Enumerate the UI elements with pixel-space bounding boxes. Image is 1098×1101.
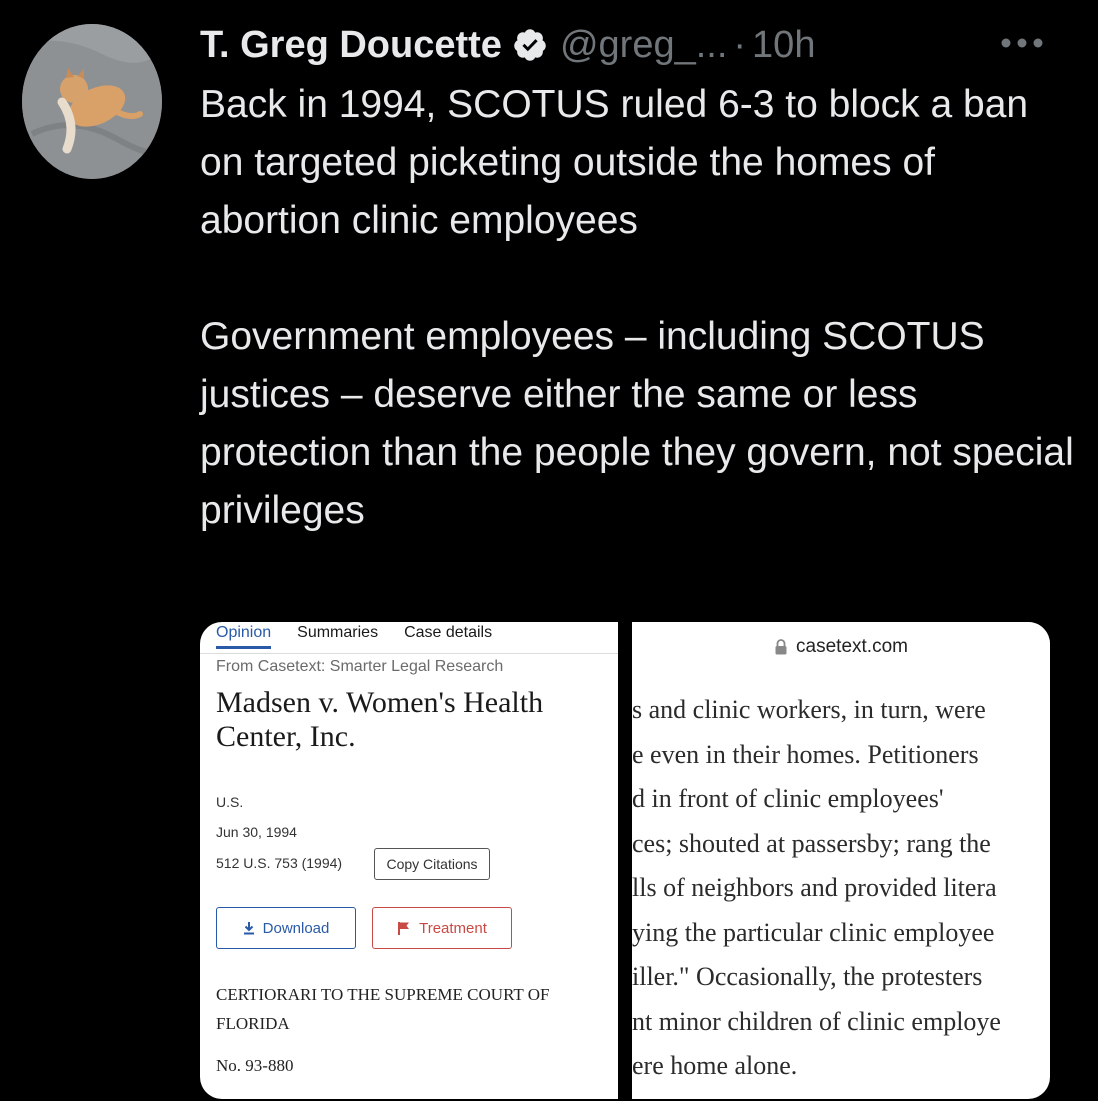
tab-divider — [200, 653, 618, 654]
avatar-cat-photo — [22, 24, 162, 179]
more-options-button[interactable] — [996, 28, 1048, 58]
lock-icon — [775, 639, 787, 655]
media-image-left[interactable]: Opinion Summaries Case details From Case… — [200, 622, 618, 1099]
excerpt-line: ere home alone. — [632, 1051, 798, 1080]
media-image-right[interactable]: casetext.com s and clinic workers, in tu… — [632, 622, 1050, 1099]
download-icon — [243, 922, 254, 935]
source-line: From Casetext: Smarter Legal Research — [216, 658, 504, 675]
case-title: Madsen v. Women's Health Center, Inc. — [216, 686, 544, 753]
excerpt-line: iller." Occasionally, the protesters — [632, 962, 983, 991]
excerpt-line: ces; shouted at passersby; rang the — [632, 828, 991, 858]
treatment-label: Treatment — [419, 919, 487, 937]
docket-number: No. 93-880 — [216, 1056, 294, 1075]
tweet-timestamp[interactable]: 10h — [752, 24, 815, 67]
tab-opinion: Opinion — [216, 624, 272, 649]
opinion-excerpt: s and clinic workers, in turn, were e ev… — [632, 688, 1050, 1089]
separator-dot: · — [733, 23, 747, 66]
excerpt-line: lls of neighbors and provided litera — [632, 873, 997, 902]
avatar[interactable] — [22, 24, 162, 179]
excerpt-line: nt minor children of clinic employe — [632, 1006, 1001, 1036]
tweet-media[interactable]: Opinion Summaries Case details From Case… — [200, 622, 1050, 1099]
tab-summaries: Summaries — [297, 624, 379, 641]
excerpt-line: e even in their homes. Petitioners — [632, 739, 979, 769]
download-label: Download — [262, 919, 330, 937]
browser-url-bar: casetext.com — [632, 622, 1050, 672]
url-text: casetext.com — [796, 636, 908, 657]
tab-case-details: Case details — [404, 624, 493, 641]
excerpt-line: d in front of clinic employees' — [632, 784, 944, 813]
tweet-paragraph-2: Government employees – including SCOTUS … — [200, 315, 1074, 532]
download-button: Download — [216, 907, 356, 949]
decision-date: Jun 30, 1994 — [216, 824, 297, 840]
excerpt-line: s and clinic workers, in turn, were — [632, 695, 986, 724]
case-citation: 512 U.S. 753 (1994) — [216, 855, 343, 871]
court-label: U.S. — [216, 794, 244, 810]
flag-icon — [398, 922, 410, 935]
tweet-header: T. Greg Doucette @greg_... · 10h — [200, 20, 815, 70]
tweet-paragraph-1: Back in 1994, SCOTUS ruled 6-3 to block … — [200, 83, 1029, 242]
more-options-icon — [1001, 38, 1043, 48]
certiorari-text: CERTIORARI TO THE SUPREME COURT OF FLORI… — [216, 985, 550, 1033]
case-tabs: Opinion Summaries Case details — [216, 622, 518, 654]
author-handle[interactable]: @greg_... — [560, 24, 727, 67]
verified-badge-icon — [512, 27, 548, 63]
author-name[interactable]: T. Greg Doucette — [200, 24, 502, 67]
tweet-text: Back in 1994, SCOTUS ruled 6-3 to block … — [200, 76, 1080, 540]
treatment-button: Treatment — [372, 907, 512, 949]
excerpt-line: ying the particular clinic employee — [632, 917, 995, 947]
copy-citations-button: Copy Citations — [374, 848, 490, 880]
